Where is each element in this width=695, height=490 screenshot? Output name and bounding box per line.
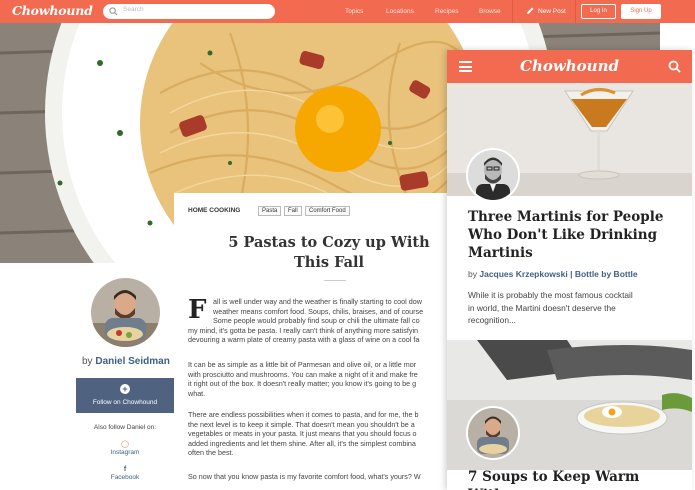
top-nav-bar: Chowhound Search Topics Locations Recipe… <box>0 0 695 23</box>
nav-locations[interactable]: Locations <box>386 8 414 15</box>
search-icon[interactable] <box>668 60 681 73</box>
byline-separator: | <box>567 269 575 279</box>
paragraph-line: weather means comfort food. Soups, chili… <box>213 306 424 316</box>
tag-pasta[interactable]: Pasta <box>258 206 282 216</box>
plus-icon: + <box>120 384 130 394</box>
author-byline: by Daniel Seidman <box>82 356 170 367</box>
paragraph-line: my mind, it's gotta be pasta. I really c… <box>188 325 419 335</box>
desc-line: in world, the Martini doesn't deserve th… <box>468 302 616 313</box>
instagram-label: Instagram <box>110 449 140 456</box>
by-label: by <box>468 269 477 279</box>
article-card: HOME COOKING Pasta Fall Comfort Food 5 P… <box>174 193 464 490</box>
facebook-label: Facebook <box>110 474 140 481</box>
paragraph-line: the next level is to keep it simple. Tha… <box>188 419 415 429</box>
mobile-top-bar: Chowhound <box>447 50 692 83</box>
paragraph-line: Some people would probably find soup or … <box>213 316 420 325</box>
card-1-author-link[interactable]: Jacques Krzepkowski <box>479 269 567 279</box>
new-post-label: New Post <box>538 8 566 15</box>
paragraph-line: what. <box>188 388 206 398</box>
paragraph-line: So now that you know pasta is my favorit… <box>188 472 421 481</box>
search-icon <box>109 7 118 16</box>
tag-fall[interactable]: Fall <box>284 206 302 216</box>
paragraph-line: added ingredients and let them shine. Af… <box>188 438 416 448</box>
paragraph-line: with prosciutto and mushrooms. You can m… <box>188 369 418 379</box>
paragraph-1-cont: Some people would probably find soup or … <box>188 316 464 345</box>
card-title-line: Martinis <box>468 245 533 261</box>
pencil-icon <box>527 7 534 14</box>
follow-label: Follow on Chowhound <box>92 399 158 406</box>
new-post-button[interactable]: New Post <box>512 0 576 23</box>
nav-topics[interactable]: Topics <box>345 8 363 15</box>
instagram-icon: ◯ <box>121 441 129 448</box>
follow-button[interactable]: + Follow on Chowhound <box>76 378 174 413</box>
paragraph-3: There are endless possibilities when it … <box>188 410 464 458</box>
author-name-link[interactable]: Daniel Seidman <box>95 356 169 367</box>
login-button[interactable]: Log In <box>581 4 616 19</box>
tag-comfort-food[interactable]: Comfort Food <box>305 206 350 216</box>
mobile-logo[interactable]: Chowhound <box>447 57 692 75</box>
instagram-link[interactable]: ◯ Instagram <box>76 440 174 456</box>
author-avatar-jacques[interactable] <box>466 148 520 202</box>
card-title-line: Who Don't Like Drinking <box>468 227 658 243</box>
paragraph-line: It can be as simple as a little bit of P… <box>188 360 417 369</box>
mobile-view: Chowhound Three Martinis for People Who … <box>447 50 692 490</box>
article-title-line: This Fall <box>294 254 364 271</box>
facebook-icon: f <box>123 466 127 473</box>
search-input[interactable]: Search <box>103 4 275 19</box>
article-title: 5 Pastas to Cozy up With This Fall <box>204 233 454 273</box>
signup-button[interactable]: Sign Up <box>621 4 661 19</box>
paragraph-line: There are endless possibilities when it … <box>188 410 419 419</box>
desc-line: While it is probably the most famous coc… <box>468 290 633 300</box>
paragraph-line: all is well under way and the weather is… <box>213 297 422 306</box>
search-placeholder: Search <box>123 6 144 13</box>
card-1-description: While it is probably the most famous coc… <box>468 289 683 327</box>
card-1-byline: by Jacques Krzepkowski | Bottle by Bottl… <box>468 269 638 279</box>
nav-browse[interactable]: Browse <box>479 8 501 15</box>
paragraph-line: it right out of the box. It doesn't real… <box>188 379 417 388</box>
author-avatar[interactable] <box>91 278 160 347</box>
card-2-title[interactable]: 7 Soups to Keep Warm With <box>468 468 678 490</box>
breadcrumb[interactable]: HOME COOKING <box>188 207 240 214</box>
desc-line: recognition... <box>468 315 516 325</box>
also-follow-text: Also follow Daniel on: <box>93 424 157 431</box>
paragraph-4: So now that you know pasta is my favorit… <box>188 472 464 482</box>
card-1-title[interactable]: Three Martinis for People Who Don't Like… <box>468 208 678 262</box>
card-title-line: Three Martinis for People <box>468 209 664 225</box>
nav-recipes[interactable]: Recipes <box>435 8 458 15</box>
card-1-section-link[interactable]: Bottle by Bottle <box>575 269 638 279</box>
chowhound-logo[interactable]: Chowhound <box>12 3 93 18</box>
paragraph-line: vegetables or meats in your pasta. It ju… <box>188 429 417 438</box>
title-divider <box>324 280 346 281</box>
facebook-link[interactable]: f Facebook <box>76 466 174 481</box>
page: Chowhound Search Topics Locations Recipe… <box>0 0 695 490</box>
paragraph-line: often the best. <box>188 448 234 457</box>
author-avatar-daniel[interactable] <box>466 406 520 460</box>
by-label: by <box>82 356 93 367</box>
paragraph-2: It can be as simple as a little bit of P… <box>188 360 464 398</box>
paragraph-1: all is well under way and the weather is… <box>213 297 464 316</box>
paragraph-line: devouring a warm plate of creamy pasta w… <box>188 335 420 344</box>
article-title-line: 5 Pastas to Cozy up With <box>228 234 430 251</box>
